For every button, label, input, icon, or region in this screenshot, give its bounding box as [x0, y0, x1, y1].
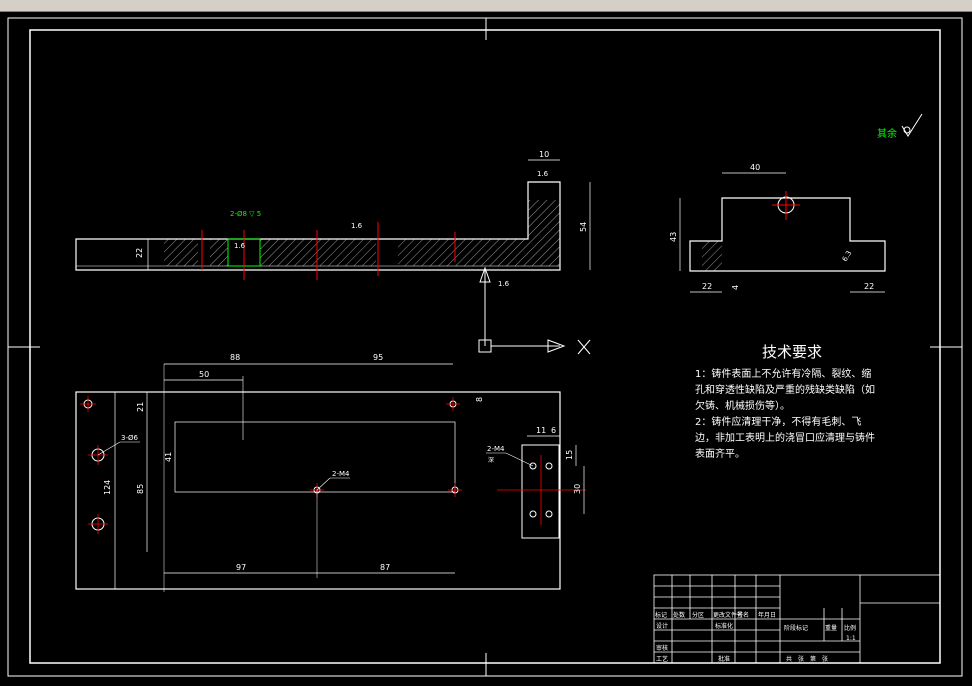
- tb-weight: 重量: [825, 624, 837, 632]
- hatch-4: [398, 239, 560, 266]
- plan-dim-left-d: 124: [103, 480, 112, 495]
- tb-scale: 1:1: [846, 635, 856, 642]
- side-dim-bottom-right: 22: [864, 282, 874, 291]
- side-dim-top: 40: [750, 163, 760, 172]
- tb-process: 工艺: [656, 655, 668, 663]
- plan-outline: [75, 391, 561, 590]
- plan-dim-top-c: 50: [199, 370, 209, 379]
- callout-holes-pair: 2-M4: [487, 445, 505, 453]
- tb-stage: 阶段标记: [784, 624, 808, 632]
- hatch-5: [528, 200, 560, 239]
- tb-label-sign: 签名: [737, 611, 749, 619]
- tech-req-line-3: 欠铸、机械损伤等）。: [695, 401, 790, 412]
- callout-holes-large: 3-Ø6: [121, 434, 138, 442]
- tb-label-date: 年月日: [758, 611, 776, 619]
- plan-dim-right-d: 15: [565, 450, 574, 460]
- ucs-icon: [478, 266, 591, 355]
- roughness-1: 1.6: [537, 170, 549, 178]
- plan-dim-right-c: 6: [551, 426, 556, 435]
- roughness-4: 1.6: [498, 280, 510, 288]
- side-dim-height: 43: [669, 232, 678, 242]
- dim-thickness: 22: [135, 248, 144, 258]
- hatch-2: [210, 239, 228, 266]
- plan-dim-right-b: 11: [536, 426, 546, 435]
- tb-label-mark: 标记: [655, 611, 667, 619]
- tech-req-line-2: 孔和穿透性缺陷及严重的残缺类缺陷（如: [695, 385, 875, 396]
- dim-height: 54: [579, 222, 588, 232]
- side-dim-small: 4: [731, 285, 740, 290]
- tb-review: 审核: [656, 644, 668, 652]
- roughness-2: 1.6: [351, 222, 363, 230]
- tb-label-count: 处数: [673, 611, 685, 619]
- hatch-1: [164, 239, 198, 266]
- plan-dim-right-a: 8: [475, 397, 484, 402]
- tech-req-line-1: 1：铸件表面上不允许有冷隔、裂纹、缩: [695, 369, 872, 380]
- tech-req-line-6: 表面齐平。: [695, 449, 745, 460]
- drawing-canvas: 其余 22 10 54 2-Ø8 ▽ 5 1.6 1.6 1.6 1.6 40 …: [7, 17, 963, 677]
- plan-inner-pocket: [174, 421, 456, 493]
- plan-dim-bottom-a: 97: [236, 563, 246, 572]
- tb-sheets: 共 张 第 张: [786, 655, 828, 663]
- side-roughness: 6.3: [841, 249, 853, 263]
- tech-requirements-title: 技术要求: [762, 343, 823, 361]
- callout-holes-thread: 2-M4: [332, 470, 350, 478]
- roughness-3: 1.6: [234, 242, 246, 250]
- tb-approve: 批准: [718, 655, 730, 663]
- plan-dim-top-a: 88: [230, 353, 240, 362]
- tb-designer: 设计: [656, 622, 668, 630]
- title-block: [653, 574, 941, 664]
- plan-dim-top-b: 95: [373, 353, 383, 362]
- plan-boss: [521, 444, 560, 539]
- plan-dim-left-a: 21: [136, 402, 145, 412]
- tech-req-line-5: 边，非加工表明上的浇冒口应清理与铸件: [695, 433, 875, 444]
- side-hatch: [702, 241, 722, 271]
- roughness-corner-label: 其余: [877, 127, 897, 140]
- tb-standard: 标准化: [715, 622, 733, 630]
- callout-pair-note: 深: [488, 456, 494, 464]
- dim-step-width: 10: [539, 150, 549, 159]
- plan-dim-bottom-b: 87: [380, 563, 390, 572]
- side-dim-bottom-left: 22: [702, 282, 712, 291]
- plan-view: 88 95 50 124 21 85 41 97 87 8 11 6 15 30…: [75, 353, 586, 592]
- tb-label-zone: 分区: [692, 611, 704, 619]
- counterbore-note: 2-Ø8 ▽ 5: [230, 210, 261, 218]
- section-view: 22 10 54 2-Ø8 ▽ 5 1.6 1.6 1.6 1.6: [75, 150, 591, 288]
- plan-dim-left-c: 85: [136, 484, 145, 494]
- hatch-3: [260, 239, 376, 266]
- plan-dim-left-b: 41: [164, 452, 173, 462]
- tb-scale-label: 比例: [844, 624, 856, 632]
- side-view: 40 43 22 22 4 6.3: [669, 163, 886, 293]
- tech-req-line-4: 2：铸件应清理干净，不得有毛刺、飞: [695, 417, 862, 428]
- plan-dim-right-e: 30: [573, 484, 582, 494]
